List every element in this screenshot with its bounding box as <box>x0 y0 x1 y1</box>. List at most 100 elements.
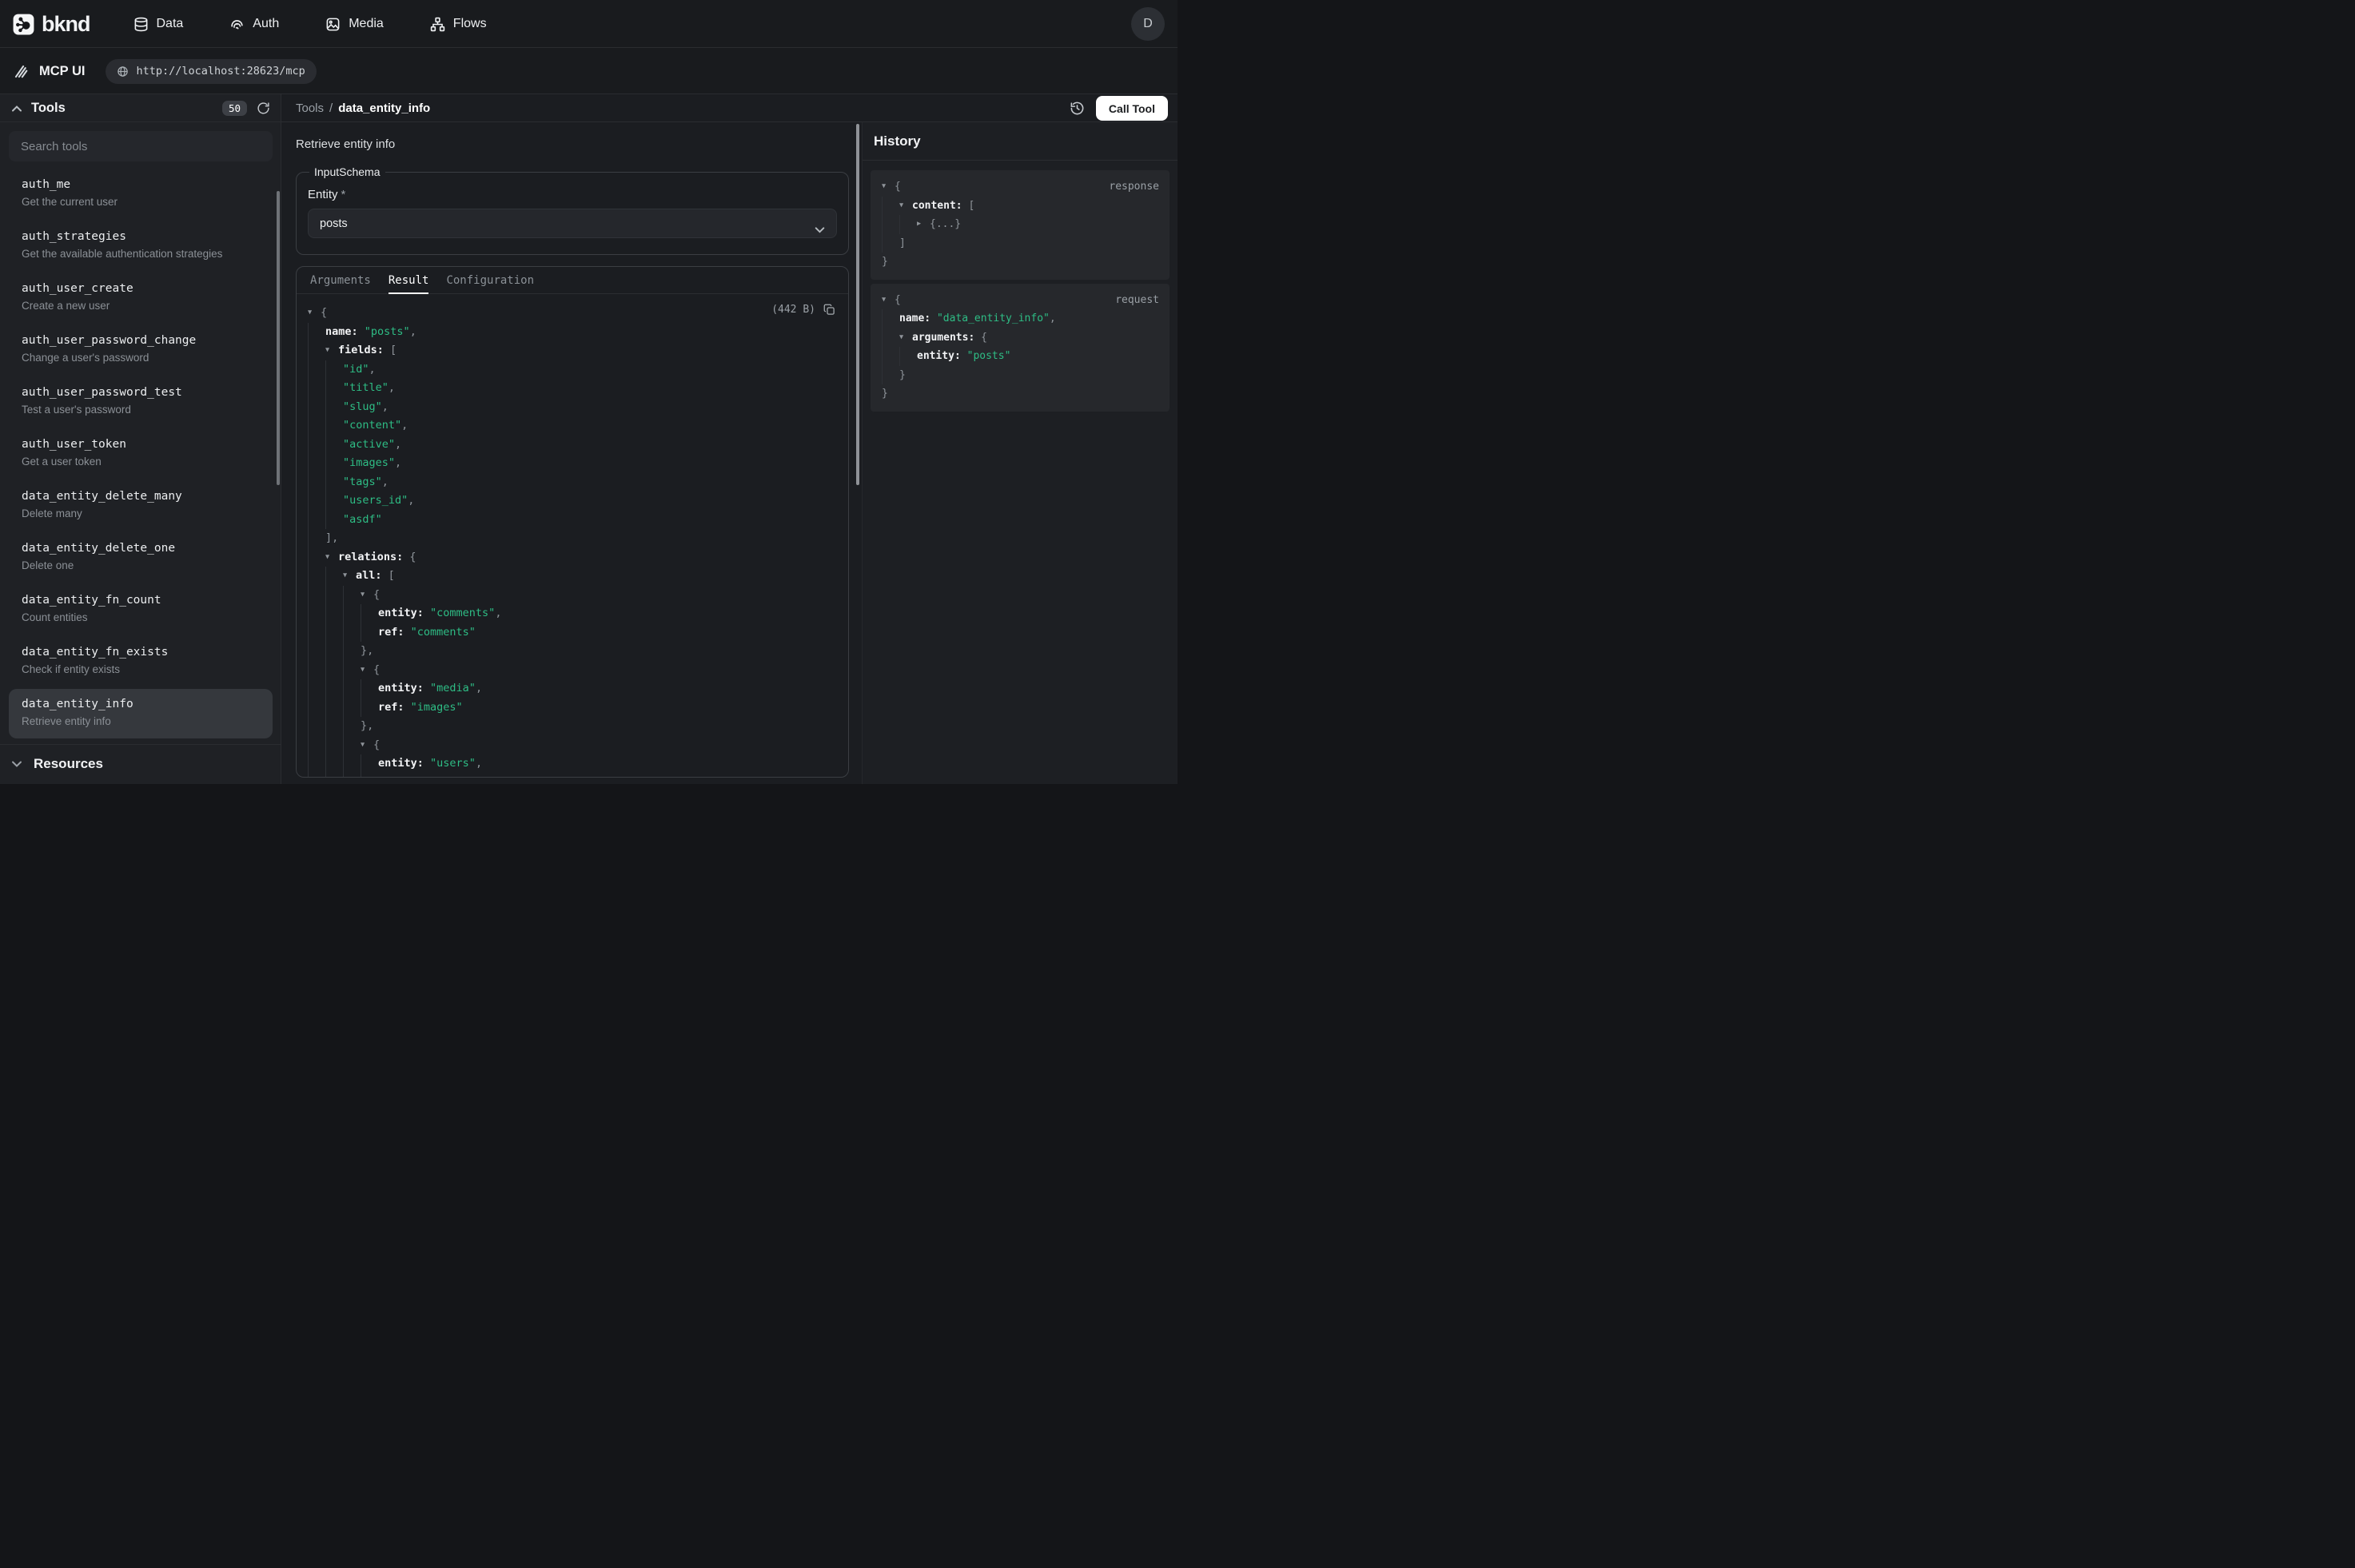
mcp-bar: MCP UI http://localhost:28623/mcp <box>0 48 1178 94</box>
tool-header: Tools / data_entity_info Call Tool <box>281 94 1178 122</box>
brand-name: bknd <box>42 12 90 37</box>
tool-name: auth_strategies <box>22 229 260 245</box>
clock-history-icon <box>1070 101 1085 116</box>
brand[interactable]: bknd <box>13 12 90 37</box>
input-schema-fieldset: InputSchema Entity* posts <box>296 165 849 255</box>
collapse-triangle-icon[interactable]: ▼ <box>361 736 373 755</box>
entity-field-label: Entity* <box>308 188 837 201</box>
main-nav: Data Auth Media Flows <box>133 17 487 32</box>
breadcrumb-separator: / <box>329 101 333 115</box>
chevron-up-icon <box>11 103 22 114</box>
nav-item-label: Auth <box>253 17 279 31</box>
chevron-down-icon <box>11 758 22 770</box>
history-entry-request[interactable]: request ▼{name: "data_entity_info",▼argu… <box>871 284 1170 412</box>
tool-list-item[interactable]: data_entity_fn_count Count entities <box>9 585 273 635</box>
tool-list-item[interactable]: data_entity_info Retrieve entity info <box>9 689 273 738</box>
tools-section-header[interactable]: Tools 50 <box>0 94 281 122</box>
tool-name: auth_me <box>22 177 260 193</box>
collapse-triangle-icon[interactable]: ▼ <box>361 661 373 680</box>
tool-list-item[interactable]: auth_user_create Create a new user <box>9 273 273 323</box>
collapse-triangle-icon[interactable]: ▼ <box>308 304 321 323</box>
top-navbar: bknd Data Auth Media <box>0 0 1178 48</box>
resources-section-header[interactable]: Resources <box>0 744 281 784</box>
refresh-tools-button[interactable] <box>257 101 270 115</box>
refresh-icon <box>257 101 270 115</box>
tool-description: Delete many <box>22 506 260 521</box>
nav-item-label: Data <box>157 17 184 31</box>
tool-description: Count entities <box>22 610 260 625</box>
tool-name: data_entity_delete_many <box>22 488 260 504</box>
collapse-triangle-icon[interactable]: ▼ <box>343 567 356 586</box>
tool-list-item[interactable]: data_entity_fn_existsCheck if entity exi… <box>9 637 273 686</box>
resources-header-label: Resources <box>34 756 103 772</box>
tool-name: data_entity_fn_count <box>22 592 260 608</box>
collapse-triangle-icon[interactable]: ▼ <box>325 341 338 360</box>
collapse-triangle-icon[interactable]: ▼ <box>882 291 895 310</box>
sidebar-scrollbar[interactable] <box>277 191 280 485</box>
workflow-icon <box>430 17 445 32</box>
history-panel: History response ▼{▼content: [▶{...}]} r… <box>862 122 1178 784</box>
tool-description: Test a user's password <box>22 402 260 417</box>
tool-name: auth_user_password_change <box>22 332 260 348</box>
bknd-logo-icon <box>13 14 34 35</box>
breadcrumb-current: data_entity_info <box>338 101 430 115</box>
tool-name: data_entity_fn_exists <box>22 644 260 660</box>
collapse-triangle-icon[interactable]: ▼ <box>899 197 912 216</box>
avatar-initial: D <box>1143 17 1153 31</box>
database-icon <box>133 17 149 32</box>
mcp-url: http://localhost:28623/mcp <box>136 65 305 78</box>
tool-list-item[interactable]: data_entity_delete_many Delete many <box>9 481 273 531</box>
collapse-triangle-icon[interactable]: ▼ <box>325 548 338 567</box>
nav-item-label: Media <box>349 17 384 31</box>
collapse-triangle-icon[interactable]: ▼ <box>882 177 895 197</box>
tool-list-item[interactable]: auth_user_password_changeChange a user's… <box>9 325 273 375</box>
tool-name: auth_user_token <box>22 436 260 452</box>
mcp-icon <box>13 63 30 80</box>
tool-description: Retrieve entity info <box>22 714 260 729</box>
tool-description: Create a new user <box>22 298 260 313</box>
search-tools-input[interactable] <box>9 131 273 161</box>
result-json-tree[interactable]: ▼{name: "posts",▼fields: ["id","title","… <box>297 304 848 777</box>
required-mark: * <box>341 188 346 201</box>
tool-name: auth_user_create <box>22 281 260 296</box>
breadcrumb-section[interactable]: Tools <box>296 101 324 115</box>
tab-bar: Arguments Result Configuration <box>297 267 848 294</box>
nav-item-label: Flows <box>453 17 487 31</box>
mcp-url-pill[interactable]: http://localhost:28623/mcp <box>106 59 316 84</box>
breadcrumb: Tools / data_entity_info <box>296 101 430 115</box>
entity-select-value: posts <box>320 217 348 230</box>
collapse-triangle-icon[interactable]: ▼ <box>899 328 912 348</box>
nav-item-media[interactable]: Media <box>325 17 384 32</box>
tool-list-item[interactable]: auth_user_password_testTest a user's pas… <box>9 377 273 427</box>
user-avatar[interactable]: D <box>1131 7 1165 41</box>
tool-list-item[interactable]: data_entity_delete_one Delete one <box>9 533 273 583</box>
app-window: bknd Data Auth Media <box>0 0 1178 784</box>
tool-description: Delete one <box>22 558 260 573</box>
nav-item-data[interactable]: Data <box>133 17 184 32</box>
history-title: History <box>874 133 921 149</box>
globe-icon <box>117 66 129 78</box>
mcp-title: MCP UI <box>39 64 85 79</box>
result-size-label: (442 B) <box>771 304 815 316</box>
tool-list-item[interactable]: auth_user_tokenGet a user token <box>9 429 273 479</box>
entity-select[interactable]: posts <box>308 209 837 238</box>
tool-list-item[interactable]: auth_strategiesGet the available authent… <box>9 221 273 271</box>
tool-name: data_entity_delete_one <box>22 540 260 556</box>
tool-name: data_entity_info <box>22 696 260 712</box>
tab-result[interactable]: Result <box>389 267 429 294</box>
tab-arguments[interactable]: Arguments <box>310 267 371 294</box>
history-toggle-button[interactable] <box>1070 101 1085 116</box>
nav-item-auth[interactable]: Auth <box>229 17 279 32</box>
expand-triangle-icon[interactable]: ▶ <box>917 215 930 234</box>
call-tool-button[interactable]: Call Tool <box>1096 96 1168 121</box>
main-scrollbar[interactable] <box>856 124 859 485</box>
collapse-triangle-icon[interactable]: ▼ <box>361 586 373 605</box>
copy-icon <box>823 304 835 316</box>
tab-configuration[interactable]: Configuration <box>446 267 534 294</box>
tools-list: auth_meGet the current userauth_strategi… <box>0 161 281 744</box>
history-entry-response[interactable]: response ▼{▼content: [▶{...}]} <box>871 170 1170 280</box>
copy-json-button[interactable] <box>823 304 835 316</box>
tool-list-item[interactable]: auth_meGet the current user <box>9 169 273 219</box>
nav-item-flows[interactable]: Flows <box>430 17 487 32</box>
history-entry-type: request <box>1115 291 1159 310</box>
